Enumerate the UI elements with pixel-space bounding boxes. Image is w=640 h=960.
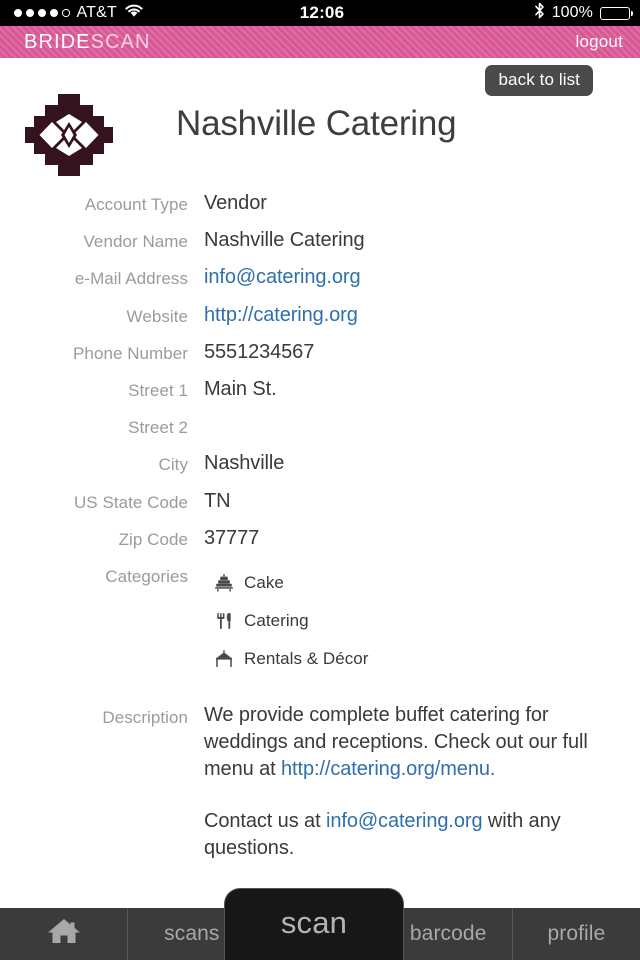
brand-text-bride: BRIDE — [24, 31, 91, 53]
description-email-link[interactable]: info@catering.org — [326, 810, 483, 832]
field-value: 5551234567 — [204, 340, 315, 363]
category-label: Catering — [244, 610, 309, 630]
detail-row: Street 2 — [0, 415, 640, 438]
description-paragraph-2: Contact us at info@catering.org with any… — [204, 808, 600, 862]
field-label: Website — [126, 306, 188, 326]
cake-icon — [204, 573, 244, 593]
status-bar: AT&T 12:06 100% — [0, 0, 640, 26]
scan-button[interactable]: scan — [224, 888, 404, 960]
field-value: Vendor — [204, 192, 267, 214]
field-label: Account Type — [84, 195, 188, 214]
vendor-detail-list: Account Type Vendor Vendor Name Nashvill… — [0, 192, 640, 876]
category-item: Rentals & Décor — [204, 640, 369, 678]
field-label: Zip Code — [118, 529, 188, 549]
scan-button-label: scan — [280, 904, 348, 940]
field-value: Nashville Catering — [204, 229, 365, 252]
fork-knife-icon — [204, 611, 244, 631]
brand-text-scan: SCAN — [90, 31, 151, 53]
description-row: Description We provide complete buffet c… — [0, 702, 640, 862]
home-icon — [47, 916, 81, 952]
field-value: TN — [204, 489, 231, 512]
app-bar: BRIDESCAN logout — [0, 26, 640, 58]
page-header: Nashville Catering — [0, 92, 640, 178]
detail-row: Vendor Name Nashville Catering — [0, 229, 640, 252]
detail-row: Website http://catering.org — [0, 304, 640, 327]
category-list: Cake Catering Rentals & Décor — [188, 564, 369, 678]
description-p2-text-before: Contact us at — [204, 809, 326, 832]
carrier-label: AT&T — [76, 4, 118, 21]
battery-icon — [600, 6, 634, 20]
description-paragraph-1: We provide complete buffet catering for … — [204, 702, 600, 783]
bluetooth-icon — [534, 2, 545, 24]
category-item: Cake — [204, 564, 369, 602]
field-value: Nashville — [204, 452, 285, 475]
detail-row: Street 1 Main St. — [0, 378, 640, 401]
description-text: We provide complete buffet catering for … — [188, 702, 640, 862]
status-bar-left: AT&T — [0, 3, 300, 23]
detail-row: e-Mail Address info@catering.org — [0, 266, 640, 289]
field-value — [188, 415, 640, 437]
page-title: Nashville Catering — [176, 104, 457, 143]
field-value: Main St. — [204, 377, 277, 400]
battery-percent-label: 100% — [551, 4, 594, 21]
bridescan-cross-logo-icon — [23, 92, 115, 178]
status-bar-right: 100% — [344, 2, 640, 24]
clock: 12:06 — [299, 3, 345, 22]
detail-row: Phone Number 5551234567 — [0, 341, 640, 364]
signal-strength-icon — [14, 9, 70, 17]
field-label: Categories — [105, 566, 188, 586]
detail-row: US State Code TN — [0, 490, 640, 513]
menu-url-link[interactable]: http://catering.org/menu. — [281, 758, 495, 780]
category-item: Catering — [204, 602, 369, 640]
detail-row: City Nashville — [0, 452, 640, 475]
categories-row: Categories Cake Catering Rentals & Décor — [0, 564, 640, 678]
app-brand-logo: BRIDESCAN — [24, 32, 151, 52]
tent-canopy-icon — [204, 649, 244, 669]
field-label: Phone Number — [73, 343, 188, 363]
field-label: City — [158, 455, 188, 475]
tab-profile[interactable]: profile — [513, 908, 640, 960]
field-label: US State Code — [73, 492, 188, 512]
detail-row: Zip Code 37777 — [0, 527, 640, 550]
field-label: Vendor Name — [83, 232, 188, 252]
category-label: Cake — [244, 572, 284, 592]
field-label: Street 2 — [128, 418, 188, 438]
category-label: Rentals & Décor — [244, 648, 369, 668]
detail-row: Account Type Vendor — [0, 192, 640, 215]
app-screen: AT&T 12:06 100% BRIDESCAN logout back to… — [0, 0, 640, 960]
field-label: e-Mail Address — [74, 269, 188, 289]
email-link[interactable]: info@catering.org — [188, 266, 640, 289]
field-label: Street 1 — [128, 380, 188, 400]
wifi-icon — [124, 3, 144, 23]
tab-home[interactable] — [0, 908, 129, 960]
field-value: 37777 — [204, 526, 260, 549]
logout-link[interactable]: logout — [575, 32, 623, 52]
field-label: Description — [102, 707, 188, 727]
website-link[interactable]: http://catering.org — [188, 304, 640, 327]
